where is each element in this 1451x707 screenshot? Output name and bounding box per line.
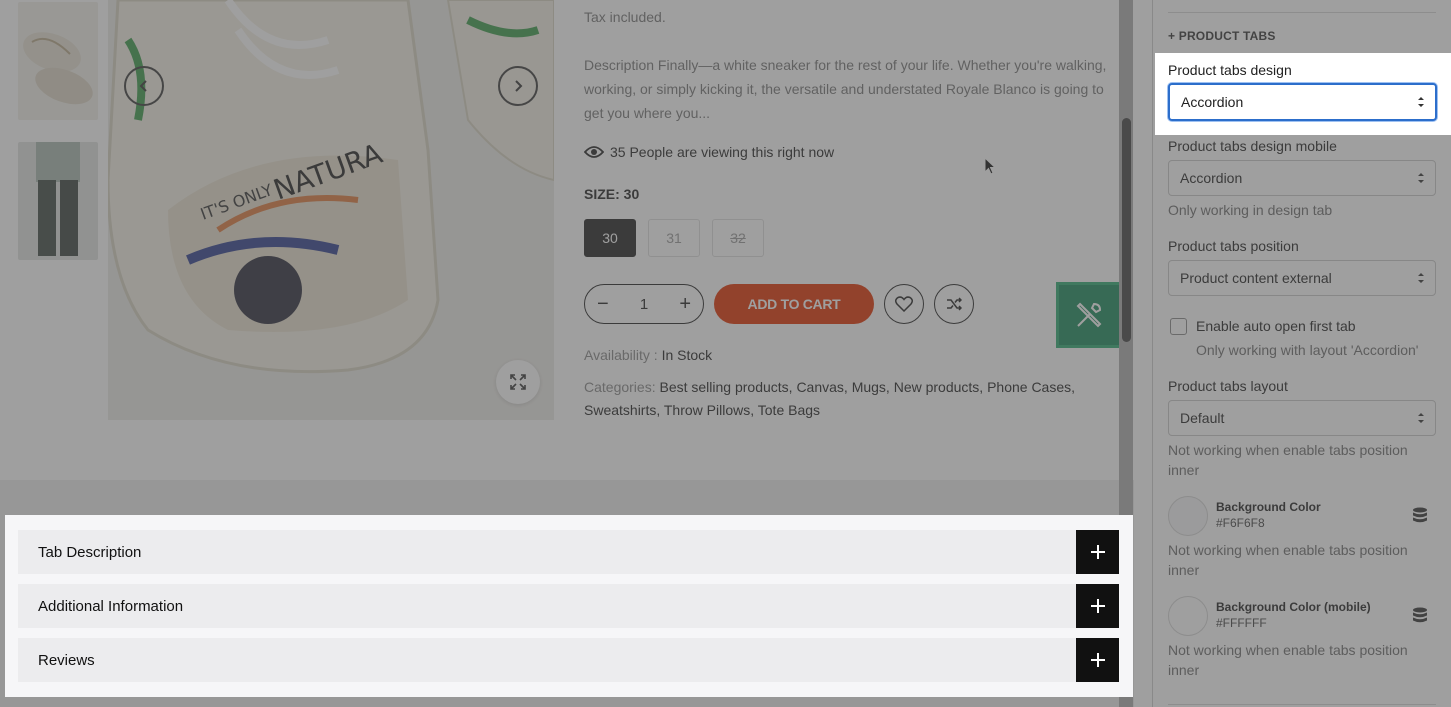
select-value: Accordion: [1180, 170, 1243, 186]
wishlist-button[interactable]: [884, 284, 924, 324]
select-caret-icon: [1418, 173, 1424, 183]
plus-icon: [1090, 599, 1105, 613]
viewing-text: 35 People are viewing this right now: [610, 144, 835, 160]
auto-open-hint: Only working with layout 'Accordion': [1196, 342, 1419, 358]
tools-icon: [1076, 302, 1102, 328]
previous-image-button[interactable]: [124, 66, 164, 106]
database-icon[interactable]: [1412, 507, 1428, 525]
tabs-design-select[interactable]: Accordion: [1168, 83, 1437, 121]
size-options: 30 31 32: [584, 219, 764, 257]
tab-reviews[interactable]: Reviews: [18, 638, 1119, 682]
tab-label: Reviews: [38, 651, 95, 669]
product-thumbnail-2[interactable]: [18, 142, 98, 260]
background-color-mobile-hint: Not working when enable tabs position in…: [1168, 642, 1408, 678]
expand-tab-button[interactable]: [1076, 584, 1119, 628]
tab-label: Tab Description: [38, 543, 142, 561]
shuffle-icon: [947, 297, 962, 311]
tabs-layout-label: Product tabs layout: [1168, 378, 1288, 394]
select-value: Product content external: [1180, 270, 1332, 286]
plus-icon: [1090, 653, 1105, 667]
background-color-hint: Not working when enable tabs position in…: [1168, 542, 1408, 578]
tabs-layout-hint: Not working when enable tabs position in…: [1168, 442, 1408, 478]
expand-tab-button[interactable]: [1076, 530, 1119, 574]
tab-label: Additional Information: [38, 597, 184, 615]
availability-value: In Stock: [661, 347, 713, 363]
availability-label: Availability :: [584, 347, 658, 363]
background-color-mobile-swatch[interactable]: [1168, 596, 1208, 636]
tabs-design-mobile-label: Product tabs design mobile: [1168, 138, 1337, 154]
select-caret-icon: [1418, 273, 1424, 283]
background-color-mobile-label: Background Color (mobile): [1216, 600, 1371, 614]
database-icon[interactable]: [1412, 607, 1428, 625]
product-description: Description Finally—a white sneaker for …: [584, 57, 1107, 121]
background-color-value[interactable]: #F6F6F8: [1216, 516, 1265, 530]
panel-border: [1152, 0, 1153, 707]
section-title[interactable]: + PRODUCT TABS: [1168, 29, 1276, 43]
auto-open-first-tab-label[interactable]: Enable auto open first tab: [1196, 318, 1356, 334]
preview-scrollbar-thumb[interactable]: [1122, 118, 1131, 342]
size-label: SIZE: 30: [584, 186, 640, 202]
tabs-design-label: Product tabs design: [1168, 62, 1292, 78]
size-option[interactable]: 30: [584, 219, 636, 257]
auto-open-first-tab-checkbox[interactable]: [1170, 318, 1187, 335]
eye-icon: [584, 146, 604, 158]
tabs-design-mobile-select[interactable]: Accordion: [1168, 160, 1436, 196]
compare-button[interactable]: [934, 284, 974, 324]
background-color-label: Background Color: [1216, 500, 1321, 514]
size-option[interactable]: 31: [648, 219, 700, 257]
size-option[interactable]: 32: [712, 219, 764, 257]
next-image-button[interactable]: [498, 66, 538, 106]
tax-note: Tax included.: [584, 9, 666, 25]
divider: [1168, 704, 1436, 705]
heart-icon: [895, 296, 913, 312]
select-value: Default: [1180, 410, 1225, 426]
background-color-mobile-value[interactable]: #FFFFFF: [1216, 616, 1267, 630]
tab-description[interactable]: Tab Description: [18, 530, 1119, 574]
plus-icon: [1090, 545, 1105, 559]
expand-tab-button[interactable]: [1076, 638, 1119, 682]
categories-links[interactable]: Best selling products, Canvas, Mugs, New…: [584, 379, 1075, 418]
product-main-image: IT'S ONLY NATURA: [108, 0, 554, 420]
chevron-left-icon: [139, 80, 147, 92]
tabs-position-select[interactable]: Product content external: [1168, 260, 1436, 296]
tabs-layout-select[interactable]: Default: [1168, 400, 1436, 436]
divider: [1168, 12, 1436, 13]
product-tabs-accordion: Tab Description Additional Information R…: [5, 515, 1133, 697]
categories: Categories: Best selling products, Canva…: [584, 376, 1114, 422]
product-thumbnail-1[interactable]: [18, 2, 98, 120]
viewing-counter: 35 People are viewing this right now: [584, 144, 834, 160]
increase-quantity-button[interactable]: +: [679, 294, 691, 314]
quantity-value[interactable]: 1: [640, 296, 648, 313]
categories-label: Categories:: [584, 379, 656, 395]
tab-additional-information[interactable]: Additional Information: [18, 584, 1119, 628]
select-value: Accordion: [1181, 94, 1244, 110]
zoom-image-button[interactable]: [496, 360, 540, 404]
customize-tools-button[interactable]: [1056, 282, 1122, 348]
mouse-cursor-icon: [984, 157, 996, 175]
chevron-right-icon: [515, 80, 523, 92]
background-color-swatch[interactable]: [1168, 496, 1208, 536]
expand-icon: [510, 374, 526, 390]
tabs-design-mobile-hint: Only working in design tab: [1168, 202, 1333, 218]
tabs-design-field: Product tabs design Accordion: [1155, 53, 1451, 135]
decrease-quantity-button[interactable]: −: [597, 294, 609, 314]
quantity-stepper: − 1 +: [584, 284, 704, 324]
add-to-cart-button[interactable]: ADD TO CART: [714, 284, 874, 324]
availability: Availability : In Stock: [584, 347, 712, 363]
tabs-position-label: Product tabs position: [1168, 238, 1299, 254]
select-caret-icon: [1418, 97, 1424, 107]
select-caret-icon: [1418, 413, 1424, 423]
